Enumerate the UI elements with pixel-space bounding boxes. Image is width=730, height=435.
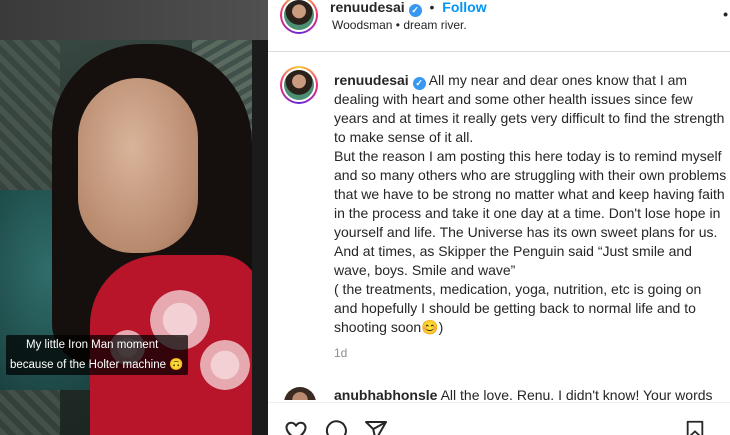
photo-face [78,78,198,253]
verified-icon: ✓ [408,4,422,17]
caption-username[interactable]: renuudesai [334,72,409,88]
photo-caption-line: because of the Holter machine 🙃 [10,359,184,371]
commenter-username[interactable]: anubhabhonsle [334,387,437,400]
comment-body: All the love, Renu. I didn't know! Your … [440,387,713,400]
comment-icon[interactable] [324,419,348,435]
comment-item: anubhabhonsle All the love, Renu. I didn… [334,387,713,400]
heart-icon[interactable] [284,419,308,435]
caption-paragraph: But the reason I am posting this here to… [334,148,727,278]
post-photo[interactable] [0,40,252,435]
commenter-avatar[interactable] [284,387,316,400]
comments-area[interactable]: renuudesai ✓ All my near and dear ones k… [268,53,730,400]
separator-dot: • [429,0,435,15]
share-icon[interactable] [364,419,388,435]
follow-button[interactable]: Follow [442,0,486,15]
author-avatar[interactable] [280,0,318,34]
caption-paragraph: renuudesai ✓ All my near and dear ones k… [334,71,728,147]
media-background [0,0,268,40]
author-row: renuudesai ✓ • Follow [330,0,487,17]
bookmark-icon[interactable] [684,419,706,435]
photo-caption-overlay: My little Iron Man moment because of the… [6,335,188,375]
verified-icon: ✓ [412,77,426,90]
more-options-icon[interactable]: • [723,6,728,22]
author-username[interactable]: renuudesai [330,0,405,15]
post-details-panel: renuudesai ✓ • Follow Woodsman • dream r… [268,0,730,435]
caption-paragraph: ( the treatments, medication, yoga, nutr… [334,281,702,335]
post-actions-bar [268,402,730,435]
caption-author-avatar[interactable] [280,66,318,104]
photo-caption-line: My little Iron Man moment [26,339,159,351]
post-location[interactable]: Woodsman • dream river. [332,18,467,32]
post-caption: renuudesai ✓ All my near and dear ones k… [334,71,728,337]
post-media-panel: My little Iron Man moment because of the… [0,0,268,435]
post-timestamp[interactable]: 1d [334,346,347,360]
dress-flower [200,340,250,390]
post-header: renuudesai ✓ • Follow Woodsman • dream r… [268,0,730,52]
